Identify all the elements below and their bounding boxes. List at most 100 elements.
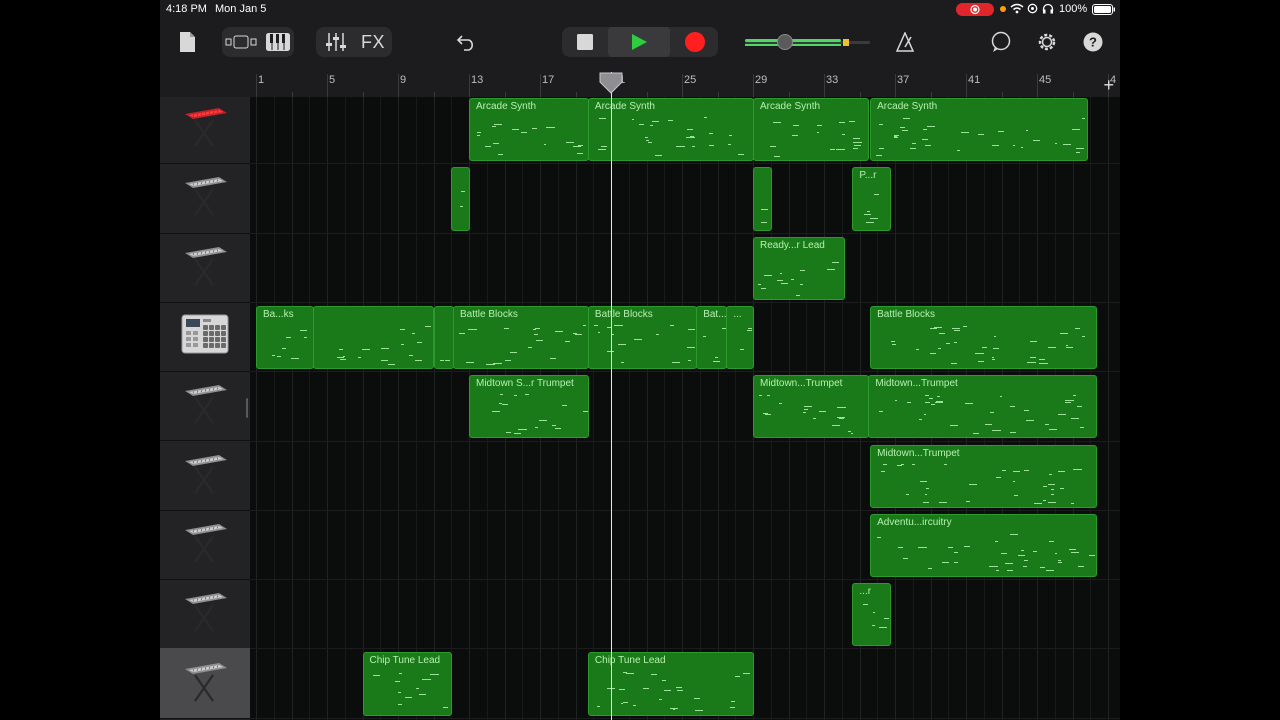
region[interactable]: Chip Tune Lead (362, 652, 453, 716)
grid-line (398, 97, 399, 720)
screen-record-icon[interactable] (956, 3, 994, 16)
region[interactable]: Ready...r Lead (753, 236, 845, 300)
midi-note (961, 132, 969, 134)
loop-icon[interactable] (986, 28, 1016, 56)
playhead[interactable] (611, 72, 612, 720)
midi-note (872, 624, 875, 626)
grid-line (664, 97, 666, 720)
region[interactable]: Battle Blocks (453, 305, 589, 370)
timeline-ruler[interactable]: 1591317212529333741454 (250, 70, 1120, 98)
tracks-area[interactable]: Arcade Synth Arcade Synth Arcade Synth Arca… (250, 97, 1120, 720)
track-view-icon[interactable] (224, 28, 258, 56)
region[interactable]: Battle Blocks (870, 305, 1097, 370)
midi-note (1047, 347, 1056, 349)
piano-keys-icon[interactable] (262, 28, 294, 56)
midi-note (619, 689, 625, 691)
track-header[interactable] (160, 233, 250, 303)
midi-note (758, 284, 761, 286)
fx-button[interactable]: FX (356, 28, 390, 56)
header-resize-handle[interactable] (246, 398, 248, 418)
midi-note (925, 487, 929, 489)
region[interactable]: Chip Tune Lead (587, 652, 754, 716)
track-header[interactable] (160, 302, 250, 373)
midi-note (467, 329, 477, 331)
document-icon[interactable] (174, 28, 200, 56)
settings-icon[interactable] (1032, 28, 1062, 56)
midi-note (863, 603, 869, 605)
region[interactable] (433, 305, 455, 370)
midi-note (1023, 470, 1029, 472)
region[interactable]: P...r (852, 167, 891, 231)
track-header[interactable] (160, 510, 250, 581)
playhead-handle[interactable] (599, 72, 623, 94)
region-notes (875, 117, 1085, 157)
midi-note (1039, 362, 1048, 364)
play-icon[interactable] (608, 27, 670, 57)
metronome-icon[interactable] (890, 28, 920, 56)
track-header[interactable] (160, 441, 250, 511)
midi-note (995, 540, 998, 542)
svg-text:?: ? (1089, 35, 1097, 50)
midi-note (922, 502, 930, 504)
record-icon[interactable] (680, 28, 710, 56)
add-track-button[interactable]: + (1103, 75, 1114, 96)
midi-note (1024, 560, 1028, 562)
help-icon[interactable]: ? (1078, 28, 1108, 56)
mixer-icon[interactable] (320, 28, 352, 56)
midi-note (634, 339, 643, 341)
region[interactable]: Adventu...ircuitry (870, 513, 1097, 578)
midi-note (594, 325, 599, 327)
region[interactable]: Battle Blocks (587, 305, 698, 370)
midi-note (949, 424, 958, 426)
wifi-icon (1010, 3, 1024, 17)
midi-note (1004, 563, 1013, 565)
midi-note (561, 404, 567, 406)
region[interactable]: Midtown S...r Trumpet (469, 375, 589, 439)
midi-note (1057, 471, 1065, 473)
grid-line (717, 97, 719, 720)
midi-note (1029, 356, 1037, 358)
region[interactable]: Arcade Synth (469, 98, 589, 162)
midi-note (513, 432, 521, 434)
toolbar: FX ? (160, 18, 1120, 70)
stop-icon[interactable] (570, 28, 600, 56)
midi-note (878, 124, 883, 126)
midi-note (623, 702, 629, 703)
midi-note (890, 340, 896, 342)
region[interactable]: Arcade Synth (870, 98, 1088, 162)
region[interactable]: Arcade Synth (587, 98, 754, 162)
grid-line (380, 97, 382, 720)
region-name: Midtown...Trumpet (877, 447, 960, 459)
region-notes (439, 325, 451, 364)
midi-note (770, 146, 777, 148)
master-volume-slider[interactable] (745, 34, 870, 50)
region[interactable]: Bat...cks (696, 305, 728, 370)
midi-note (1045, 569, 1055, 571)
region[interactable]: Ba...ks (256, 305, 314, 370)
track-header[interactable] (160, 163, 250, 234)
midi-note (884, 617, 890, 619)
midi-note (575, 333, 583, 335)
ruler-bar-line (398, 74, 399, 98)
undo-icon[interactable] (452, 28, 482, 56)
region-notes (758, 394, 864, 434)
track-header[interactable] (160, 648, 250, 719)
midi-note (626, 673, 635, 675)
region[interactable]: Arcade Synth (753, 98, 870, 162)
region[interactable]: Midtown...Trumpet (868, 375, 1097, 439)
location-icon (1027, 3, 1038, 17)
region[interactable]: Midtown...Trumpet (870, 444, 1097, 508)
track-header[interactable] (160, 579, 250, 650)
region[interactable] (451, 167, 470, 231)
midi-note (617, 343, 627, 345)
midi-note (918, 547, 927, 549)
region[interactable] (312, 305, 435, 370)
midi-note (964, 545, 970, 547)
region[interactable] (753, 167, 772, 231)
track-header[interactable] (160, 371, 250, 442)
track-header[interactable] (160, 94, 250, 165)
region[interactable]: Midtown...Trumpet (753, 375, 870, 439)
region[interactable]: ...r (852, 583, 891, 647)
volume-knob[interactable] (777, 34, 793, 50)
region[interactable]: ... (726, 305, 754, 370)
